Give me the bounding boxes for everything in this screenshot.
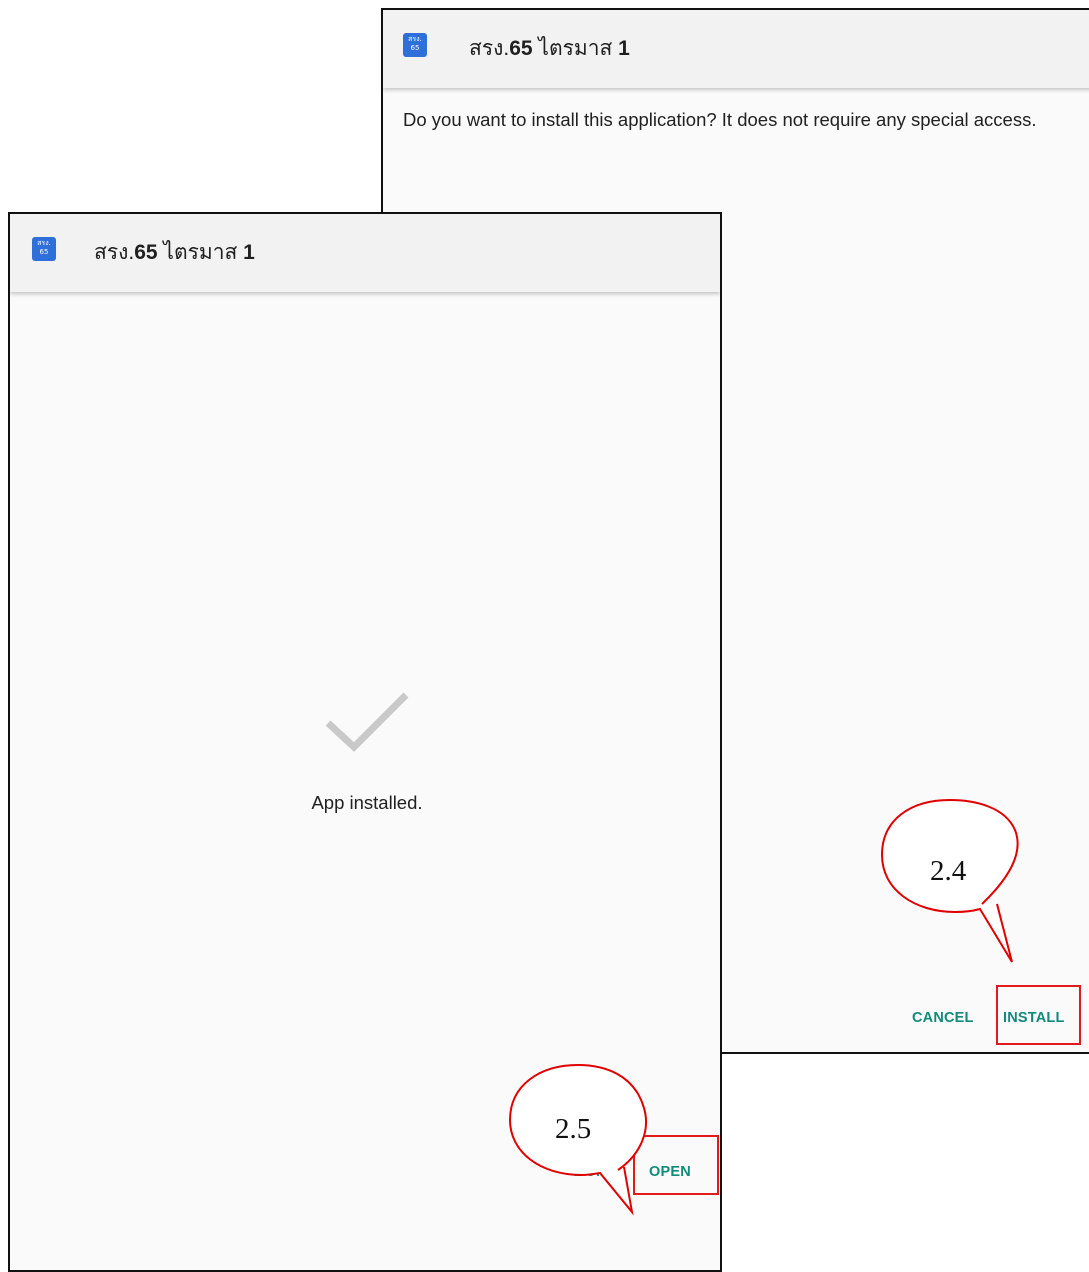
app-icon-text-bottom: 65 xyxy=(410,44,420,52)
app-title-number: 65 xyxy=(134,241,158,264)
app-icon-text-top: สรง. xyxy=(408,35,422,43)
app-icon-text-bottom: 65 xyxy=(39,248,49,256)
app-title-mid: ไตรมาส xyxy=(532,37,619,60)
app-header: สรง. 65 สรง.65 ไตรมาส 1 xyxy=(10,214,720,292)
app-header: สรง. 65 สรง.65 ไตรมาส 1 xyxy=(383,10,1089,88)
app-icon: สรง. 65 xyxy=(403,33,427,57)
checkmark-icon xyxy=(325,692,409,752)
app-icon: สรง. 65 xyxy=(32,237,56,261)
app-title-mid: ไตรมาส xyxy=(157,241,244,264)
app-title-number: 65 xyxy=(509,37,533,60)
app-installed-status: App installed. xyxy=(311,792,423,813)
app-title: สรง.65 ไตรมาส 1 xyxy=(94,214,255,292)
cancel-button[interactable]: CANCEL xyxy=(912,1010,974,1026)
step-2-4-label: 2.4 xyxy=(930,855,967,887)
app-title-suffix: 1 xyxy=(618,37,630,60)
step-2-5-label: 2.5 xyxy=(555,1113,592,1145)
app-title-prefix: สรง. xyxy=(469,37,510,60)
install-highlight-box xyxy=(996,985,1081,1045)
app-icon-text-top: สรง. xyxy=(37,239,51,247)
app-title: สรง.65 ไตรมาส 1 xyxy=(469,10,630,88)
install-message: Do you want to install this application?… xyxy=(403,109,1037,130)
app-title-prefix: สรง. xyxy=(94,241,135,264)
app-title-suffix: 1 xyxy=(243,241,255,264)
